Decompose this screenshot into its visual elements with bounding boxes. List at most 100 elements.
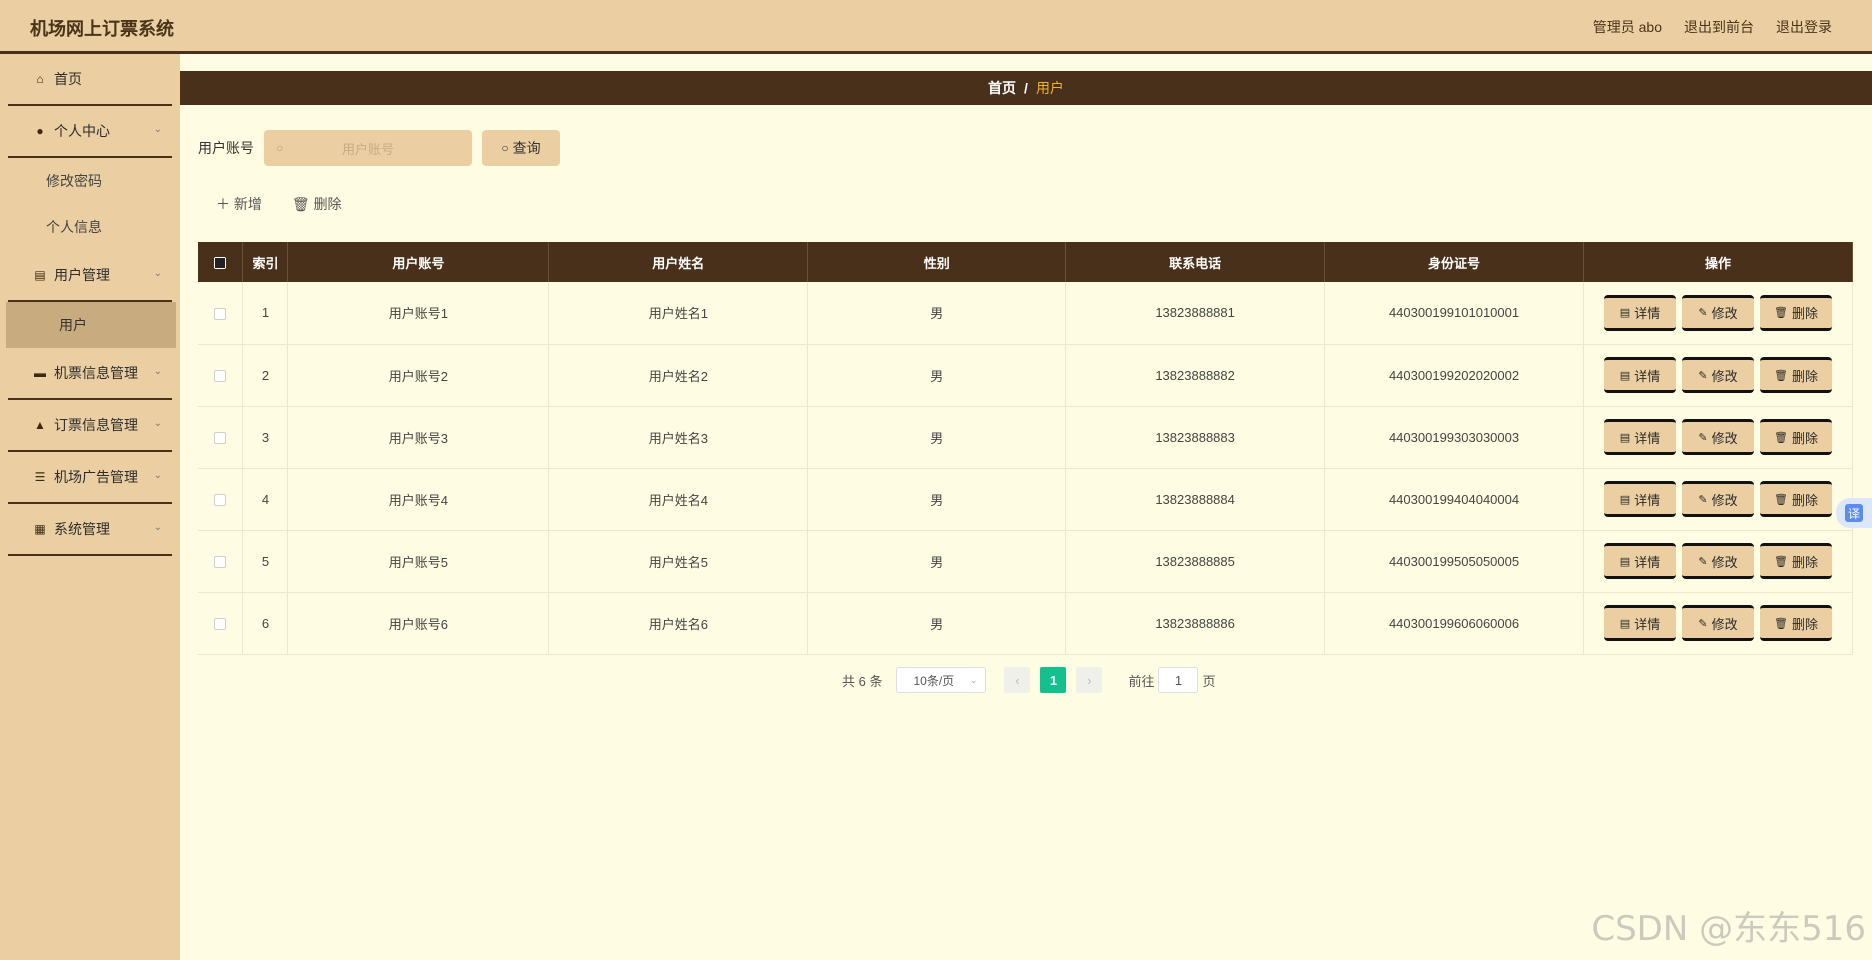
trash-icon: 🗑 [1774,307,1788,320]
select-all-checkbox[interactable] [214,257,227,270]
detail-button[interactable]: ▤ 详情 [1604,294,1676,331]
sidebar-subitem-user[interactable]: 用户 [6,302,176,348]
edit-button[interactable]: ✎ 修改 [1682,481,1754,517]
chevron-down-icon: ⌄ [153,470,162,481]
person-icon: ● [36,124,44,138]
row-select-cell[interactable] [198,282,244,345]
add-button[interactable]: ＋ 新增 [216,194,262,214]
row-select-cell[interactable] [198,592,244,655]
index-cell: 2 [242,344,289,407]
edit-button[interactable]: ✎ 修改 [1682,605,1754,641]
edit-button[interactable]: ✎ 修改 [1682,543,1754,579]
delete-button[interactable]: 🗑 删除 [1760,605,1832,641]
operations-cell: ▤ 详情 ✎ 修改 🗑 删除 [1583,592,1853,655]
sidebar-subitem-personal-info[interactable]: 个人信息 [0,204,180,250]
document-icon: ▤ [1619,493,1631,506]
chevron-down-icon: ⌄ [153,522,162,533]
admin-user-label: 管理员 abo [1592,19,1662,35]
sidebar-item-user-management[interactable]: ▤ 用户管理 ⌄ [8,250,172,302]
detail-button[interactable]: ▤ 详情 [1604,357,1676,393]
detail-label: 详情 [1634,554,1661,570]
delete-button[interactable]: 🗑 删除 [1760,481,1832,517]
user-icon: ▲ [34,418,46,432]
search-bar: 用户账号 ○ 用户账号 ○ 查询 [198,130,560,166]
table-row: 6 用户账号6 用户姓名6 男 13823888886 44030019960606000… [198,592,1853,655]
batch-delete-label: 删除 [313,196,342,212]
detail-button[interactable]: ▤ 详情 [1604,543,1676,579]
trash-icon: 🗑 [1774,369,1788,382]
name-cell: 用户姓名5 [548,530,809,593]
row-checkbox[interactable] [214,370,227,383]
document-icon: ▤ [1619,307,1631,320]
row-select-cell[interactable] [198,530,244,593]
sidebar-subitem-change-password[interactable]: 修改密码 [0,158,180,204]
phone-cell: 13823888881 [1065,282,1326,345]
sidebar-item-personal-center[interactable]: ● 个人中心 ⌄ [8,106,172,158]
id-number-cell: 440300199404040004 [1324,468,1584,531]
sidebar: ⌂ 首页 ● 个人中心 ⌄ 修改密码 个人信息 ▤ 用户管理 ⌄ 用户 ▬ 机票… [0,54,180,960]
edit-button[interactable]: ✎ 修改 [1682,294,1754,331]
row-checkbox[interactable] [214,556,227,569]
sidebar-item-ticket-info[interactable]: ▬ 机票信息管理 ⌄ [8,348,172,400]
goto-page-input[interactable]: 1 [1158,667,1199,693]
id-number-cell: 440300199505050005 [1324,530,1584,593]
translate-icon: 译 [1845,504,1863,522]
delete-button[interactable]: 🗑 删除 [1760,357,1832,393]
gender-cell: 男 [807,592,1067,655]
operations-cell: ▤ 详情 ✎ 修改 🗑 删除 [1583,468,1853,531]
sidebar-item-label: 个人中心 [54,123,110,139]
column-header: 操作 [1583,242,1853,282]
row-checkbox[interactable] [214,307,227,320]
detail-button[interactable]: ▤ 详情 [1604,481,1676,517]
delete-button[interactable]: 🗑 删除 [1760,543,1832,579]
translate-widget[interactable]: 译 [1836,498,1872,528]
prev-page-button[interactable]: ‹ [1004,667,1031,693]
plus-icon: ＋ [216,196,234,212]
table-row: 1 用户账号1 用户姓名1 男 13823888881 44030019910101000… [198,282,1853,345]
page-size-select[interactable]: 10条/页 ⌄ [896,667,987,693]
goto-label: 前往 [1128,673,1155,689]
index-cell: 1 [242,282,289,345]
pencil-icon: ✎ [1698,617,1708,630]
query-button[interactable]: ○ 查询 [482,130,560,166]
sidebar-item-airport-ads[interactable]: ☰ 机场广告管理 ⌄ [8,452,172,504]
row-select-cell[interactable] [198,344,244,407]
breadcrumb-home[interactable]: 首页 [988,78,1016,98]
id-number-cell: 440300199606060006 [1324,592,1584,655]
sidebar-item-system[interactable]: ▦ 系统管理 ⌄ [8,504,172,556]
breadcrumb: 首页 / 用户 [180,71,1872,105]
row-checkbox[interactable] [214,494,227,507]
delete-button[interactable]: 🗑 删除 [1760,419,1832,455]
back-to-front-link[interactable]: 退出到前台 [1684,17,1754,37]
sidebar-item-home[interactable]: ⌂ 首页 [8,54,172,106]
delete-label: 删除 [1791,554,1818,570]
batch-delete-button[interactable]: 🗑 删除 [292,194,342,214]
sidebar-item-label: 用户管理 [54,267,110,283]
sidebar-item-label: 机票信息管理 [54,365,138,381]
row-checkbox[interactable] [214,432,227,445]
delete-button[interactable]: 🗑 删除 [1760,294,1832,331]
chevron-down-icon: ⌄ [153,268,162,279]
name-cell: 用户姓名4 [548,468,809,531]
operations-cell: ▤ 详情 ✎ 修改 🗑 删除 [1583,282,1853,345]
gender-cell: 男 [807,282,1067,345]
page-number[interactable]: 1 [1040,667,1067,693]
select-all-cell[interactable] [198,242,244,282]
edit-button[interactable]: ✎ 修改 [1682,419,1754,455]
detail-button[interactable]: ▤ 详情 [1604,605,1676,641]
detail-button[interactable]: ▤ 详情 [1604,419,1676,455]
edit-button[interactable]: ✎ 修改 [1682,357,1754,393]
pencil-icon: ✎ [1698,431,1708,444]
search-input[interactable]: ○ 用户账号 [264,130,472,166]
sidebar-item-booking-info[interactable]: ▲ 订票信息管理 ⌄ [8,400,172,452]
row-select-cell[interactable] [198,406,244,469]
table-row: 5 用户账号5 用户姓名5 男 13823888885 44030019950505000… [198,530,1853,593]
logout-link[interactable]: 退出登录 [1776,17,1832,37]
sliders-icon: ☰ [34,470,46,484]
account-cell: 用户账号6 [287,592,550,655]
next-page-button[interactable]: › [1076,667,1103,693]
pencil-icon: ✎ [1698,555,1708,568]
row-select-cell[interactable] [198,468,244,531]
row-checkbox[interactable] [214,618,227,631]
index-cell: 3 [242,406,289,469]
